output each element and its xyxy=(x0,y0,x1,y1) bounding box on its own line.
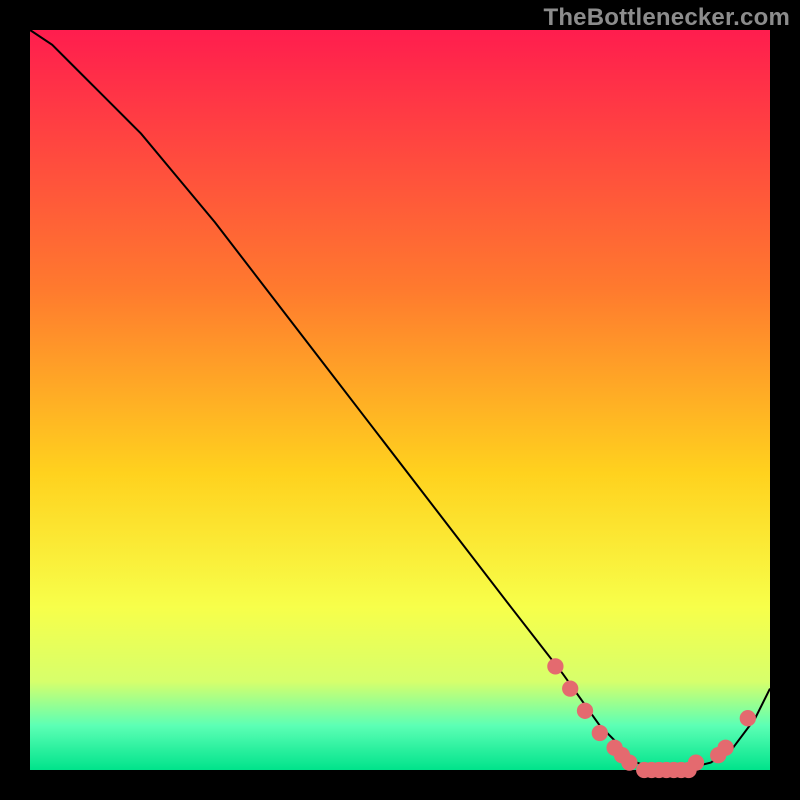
data-marker xyxy=(547,658,563,674)
data-marker xyxy=(621,754,637,770)
marker-group xyxy=(547,658,756,778)
chart-container: TheBottlenecker.com xyxy=(0,0,800,800)
curve-layer xyxy=(30,30,770,770)
bottleneck-curve xyxy=(30,30,770,770)
data-marker xyxy=(592,725,608,741)
watermark-text: TheBottlenecker.com xyxy=(543,4,790,32)
data-marker xyxy=(577,703,593,719)
data-marker xyxy=(717,740,733,756)
data-marker xyxy=(688,754,704,770)
data-marker xyxy=(562,680,578,696)
plot-area xyxy=(30,30,770,770)
data-marker xyxy=(740,710,756,726)
